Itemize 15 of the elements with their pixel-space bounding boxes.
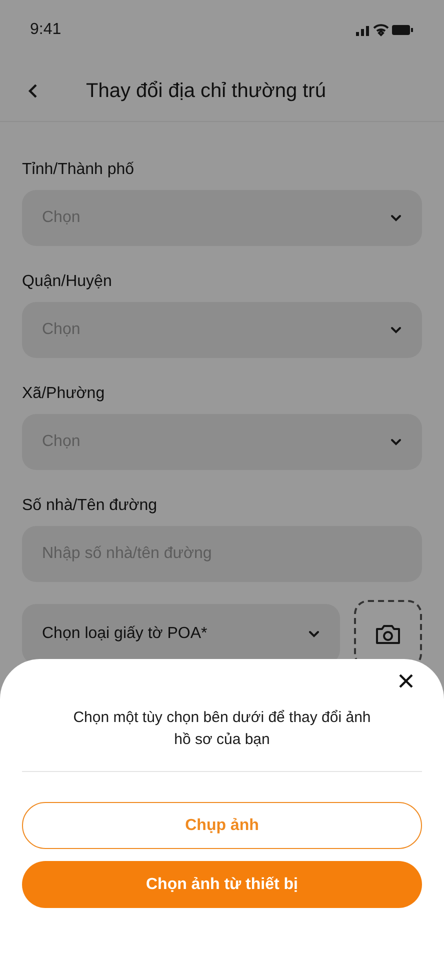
camera-icon bbox=[376, 624, 400, 644]
chevron-down-icon bbox=[390, 438, 402, 446]
field-label: Tỉnh/Thành phố bbox=[22, 160, 136, 180]
chevron-down-icon bbox=[390, 214, 402, 222]
status-icons bbox=[356, 23, 414, 37]
field-label: Quận/Huyện bbox=[22, 272, 113, 292]
take-photo-button[interactable]: Chụp ảnh bbox=[22, 802, 422, 849]
page-title: Thay đổi địa chỉ thường trú bbox=[86, 78, 326, 104]
status-time: 9:41 bbox=[30, 20, 62, 40]
chevron-down-icon bbox=[390, 326, 402, 334]
choose-from-device-button[interactable]: Chọn ảnh từ thiết bị bbox=[22, 861, 422, 908]
chevron-down-icon bbox=[308, 630, 320, 638]
sheet-message: Chọn một tùy chọn bên dưới để thay đổi ảnh hồ sơ của bạn bbox=[72, 708, 372, 750]
field-label: Số nhà/Tên đường bbox=[22, 496, 158, 516]
field-label: Xã/Phường bbox=[22, 384, 106, 404]
